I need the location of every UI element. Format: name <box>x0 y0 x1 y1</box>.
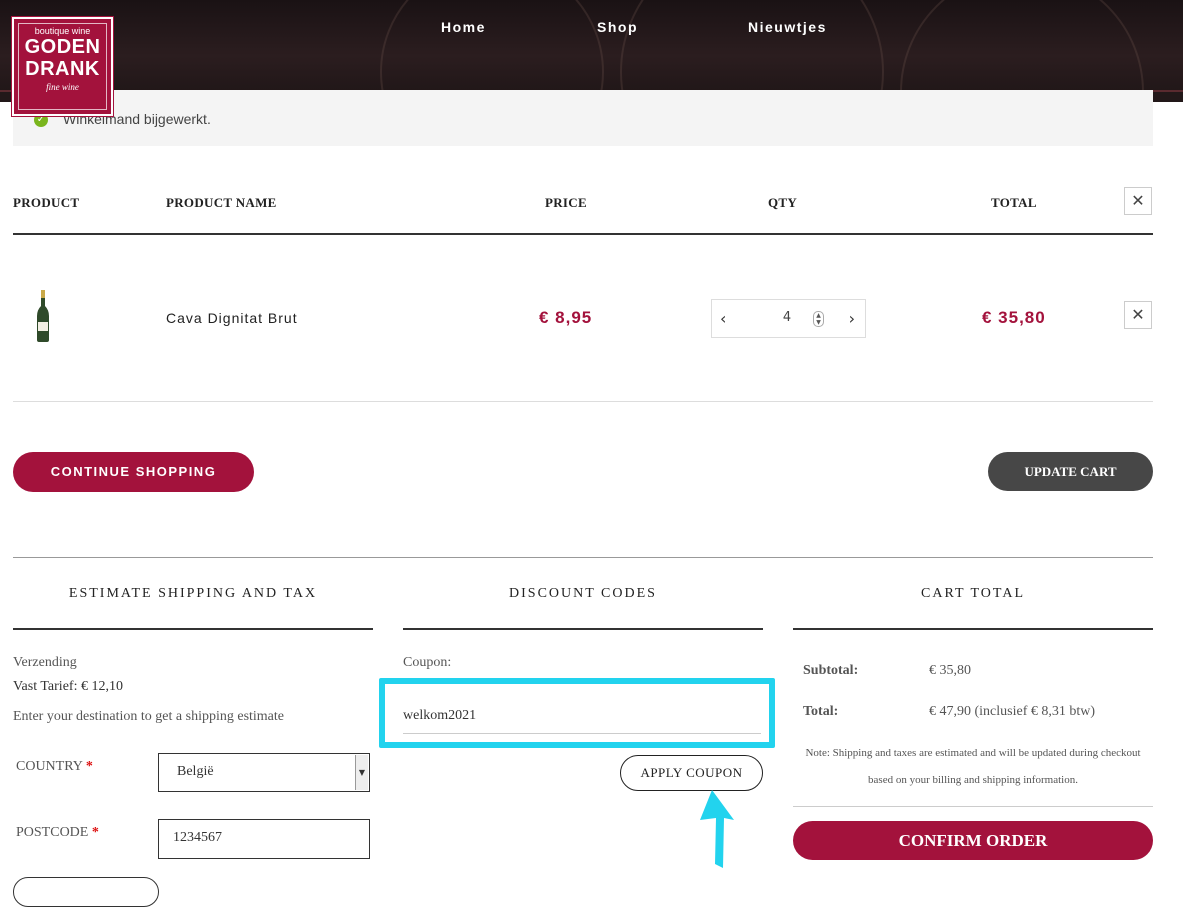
subtotal-label: Subtotal: <box>803 663 859 678</box>
background-barrel <box>380 0 604 102</box>
chevron-left-icon[interactable]: ‹ <box>720 309 726 328</box>
site-logo[interactable]: boutique wine GODEN DRANK fine wine <box>12 17 113 116</box>
postcode-field[interactable]: 1234567 <box>158 819 370 859</box>
discount-section-title: DISCOUNT CODES <box>509 586 657 601</box>
cart-total-title: CART TOTAL <box>921 586 1025 601</box>
nav-shop[interactable]: Shop <box>597 19 638 35</box>
subtotal-value: € 35,80 <box>929 663 971 678</box>
coupon-label: Coupon: <box>403 655 452 670</box>
shipping-rate: Vast Tarief: € 12,10 <box>13 679 123 694</box>
arrow-up-icon <box>700 790 734 868</box>
nav-home[interactable]: Home <box>441 19 486 35</box>
col-header-name: PRODUCT NAME <box>166 195 277 210</box>
col-header-total: TOTAL <box>991 195 1037 210</box>
site-header: Home Shop Nieuwtjes <box>0 0 1183 102</box>
cart-total-title-rule <box>793 628 1153 630</box>
section-divider <box>13 557 1153 558</box>
apply-coupon-button[interactable]: APPLY COUPON <box>620 755 763 791</box>
background-barrel <box>620 0 884 102</box>
nav-nieuwtjes[interactable]: Nieuwtjes <box>748 19 827 35</box>
total-label: Total: <box>803 704 839 719</box>
row-divider <box>13 401 1153 402</box>
shipping-hint: Enter your destination to get a shipping… <box>13 709 284 724</box>
logo-frame <box>18 23 107 110</box>
shipping-note: Note: Shipping and taxes are estimated a… <box>805 747 1141 786</box>
clear-cart-icon[interactable]: ✕ <box>1124 187 1152 215</box>
col-header-price: PRICE <box>545 195 587 210</box>
discount-title-rule <box>403 628 763 630</box>
country-label-text: COUNTRY <box>16 759 83 774</box>
quantity-stepper[interactable]: ‹ 4 ▲ ▼ › <box>711 299 866 338</box>
remove-item-icon[interactable]: ✕ <box>1124 301 1152 329</box>
col-header-qty: QTY <box>768 195 798 210</box>
postcode-label-text: POSTCODE <box>16 825 89 840</box>
totals-rule <box>793 806 1153 807</box>
background-barrel <box>900 0 1144 102</box>
col-header-product: PRODUCT <box>13 195 80 210</box>
estimate-button[interactable] <box>13 877 159 907</box>
chevron-down-icon[interactable]: ▼ <box>355 755 368 790</box>
cart-updated-notice: ✓ Winkelmand bijgewerkt. <box>13 90 1153 146</box>
shipping-title-rule <box>13 628 373 630</box>
required-mark: * <box>85 759 93 774</box>
country-selected-value: België <box>177 764 214 779</box>
product-thumbnail[interactable] <box>36 290 50 342</box>
shipping-method: Verzending <box>13 655 77 670</box>
quantity-value[interactable]: 4 <box>772 310 802 325</box>
chevron-right-icon[interactable]: › <box>849 309 855 328</box>
spin-arrows-icon[interactable]: ▲ ▼ <box>813 311 824 327</box>
country-label: COUNTRY * <box>16 759 93 775</box>
required-mark: * <box>91 825 99 840</box>
total-value: € 47,90 (inclusief € 8,31 btw) <box>929 704 1096 719</box>
continue-shopping-button[interactable]: CONTINUE SHOPPING <box>13 452 254 492</box>
row-total: € 35,80 <box>982 308 1046 327</box>
table-header-rule <box>13 233 1153 235</box>
product-price: € 8,95 <box>539 308 593 327</box>
shipping-section-title: ESTIMATE SHIPPING AND TAX <box>68 586 318 601</box>
coupon-highlight-annotation <box>379 678 775 748</box>
confirm-order-button[interactable]: CONFIRM ORDER <box>793 821 1153 860</box>
update-cart-button[interactable]: UPDATE CART <box>988 452 1153 491</box>
product-name-link[interactable]: Cava Dignitat Brut <box>166 310 298 326</box>
country-select[interactable]: België ▼ <box>158 753 370 792</box>
postcode-label: POSTCODE * <box>16 825 99 841</box>
